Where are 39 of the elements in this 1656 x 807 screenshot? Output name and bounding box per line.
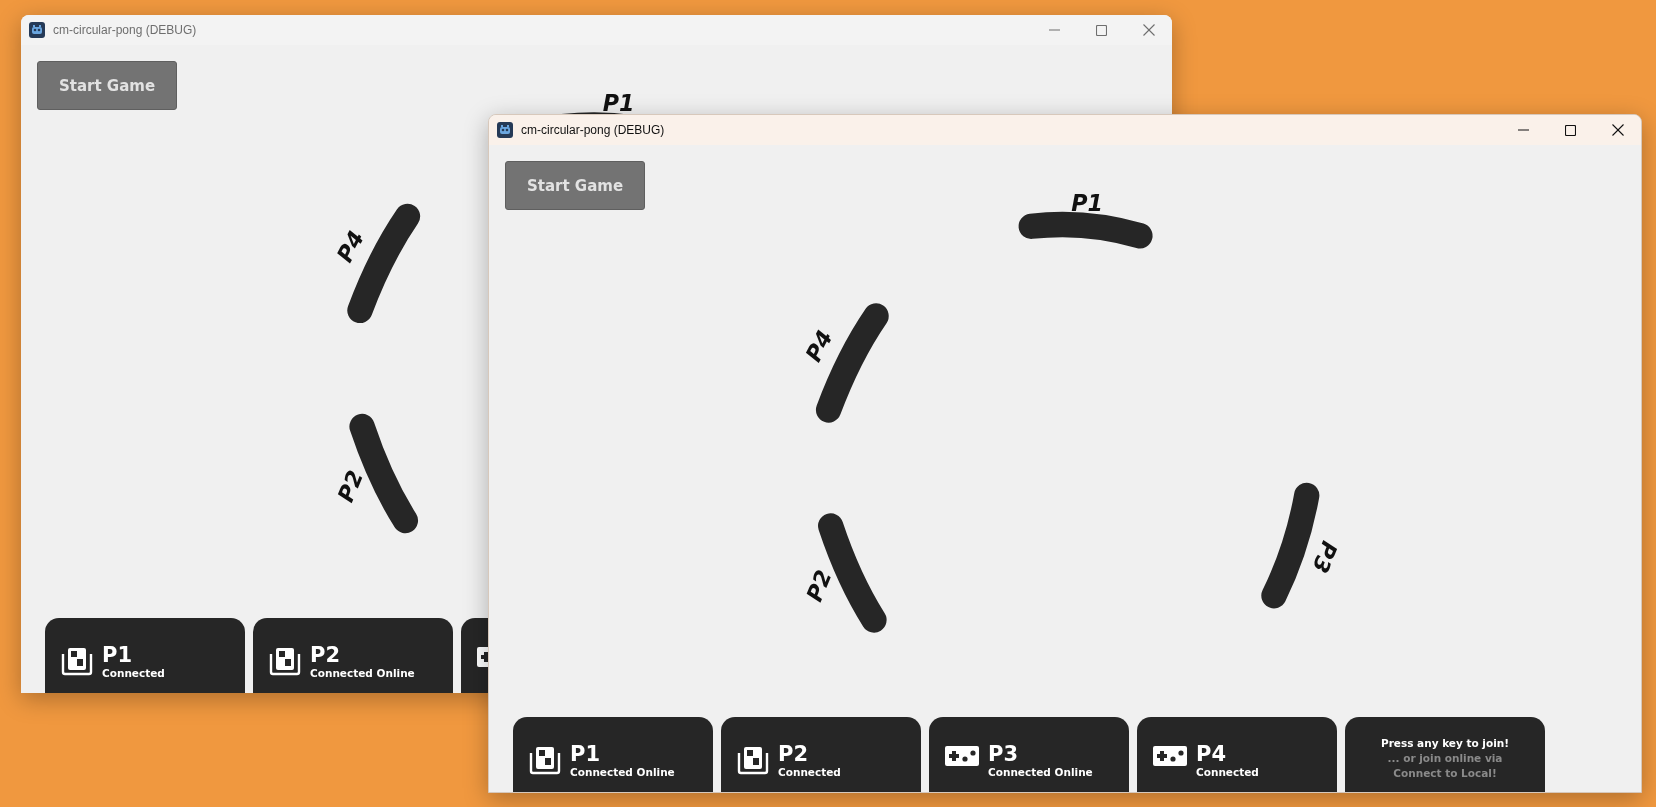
paddle-label: P2 [332, 466, 369, 506]
player-name: P2 [778, 743, 809, 765]
window-title: cm-circular-pong (DEBUG) [521, 123, 665, 137]
app-icon [497, 122, 513, 138]
connection-status: Connected Online [310, 666, 415, 680]
keyboard-icon [61, 646, 93, 676]
paddle-label: P1 [1071, 189, 1103, 216]
join-hint: Connect to Local! [1393, 766, 1497, 781]
connection-status: Connected Online [570, 765, 675, 779]
minimize-icon [1049, 29, 1060, 31]
paddle-label: P4 [331, 226, 370, 267]
app-icon [29, 22, 45, 38]
minimize-icon [1518, 129, 1529, 131]
connection-status: Connected Online [988, 765, 1093, 779]
window-title: cm-circular-pong (DEBUG) [53, 23, 197, 37]
keyboard-icon [529, 745, 561, 775]
maximize-icon [1565, 124, 1576, 136]
paddle-label: P2 [800, 566, 837, 606]
paddle-label: P3 [1307, 537, 1343, 577]
connection-status: Connected [778, 765, 841, 779]
close-icon [1611, 124, 1624, 136]
player-name: P2 [310, 644, 341, 666]
connection-status: Connected [1196, 765, 1259, 779]
player-name: P1 [570, 743, 601, 765]
player-name: P3 [988, 743, 1019, 765]
connection-status: Connected [102, 666, 165, 680]
close-icon [1142, 24, 1155, 36]
player-name: P4 [1196, 743, 1227, 765]
gamepad-icon [945, 745, 979, 767]
keyboard-icon [269, 646, 301, 676]
paddle-label: P4 [799, 325, 838, 366]
keyboard-icon [737, 745, 769, 775]
maximize-icon [1096, 24, 1107, 36]
start-game-button[interactable]: Start Game [505, 161, 645, 210]
gamepad-icon [1153, 745, 1187, 767]
join-hint: ... or join online via [1387, 751, 1503, 766]
join-prompt: Press any key to join! [1380, 736, 1510, 751]
paddle-label: P1 [602, 90, 635, 116]
player-name: P1 [102, 644, 133, 666]
